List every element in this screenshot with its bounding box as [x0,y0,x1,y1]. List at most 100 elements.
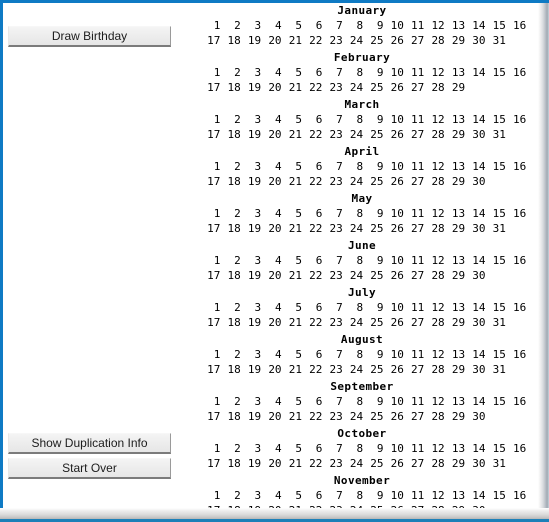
day-cell[interactable]: 27 [404,409,424,424]
day-cell[interactable]: 4 [261,65,282,80]
day-cell[interactable]: 4 [261,206,282,221]
day-cell[interactable]: 21 [282,409,302,424]
day-cell[interactable]: 22 [302,174,322,189]
day-cell[interactable]: 7 [322,65,343,80]
day-cell[interactable]: 12 [424,18,444,33]
day-cell[interactable]: 13 [445,253,465,268]
day-cell[interactable]: 8 [343,159,364,174]
day-cell[interactable]: 31 [485,456,506,471]
day-cell[interactable]: 10 [384,488,404,503]
day-cell[interactable]: 2 [220,112,241,127]
day-cell[interactable]: 23 [322,456,342,471]
day-cell[interactable]: 27 [404,362,424,377]
day-cell[interactable]: 29 [445,33,465,48]
day-cell[interactable]: 4 [261,300,282,315]
day-cell[interactable]: 23 [322,174,342,189]
day-cell[interactable]: 28 [424,409,444,424]
day-cell[interactable]: 28 [424,174,444,189]
day-cell[interactable]: 24 [343,127,363,142]
day-cell[interactable]: 23 [322,80,342,95]
day-cell[interactable]: 14 [465,253,485,268]
day-cell[interactable]: 23 [322,221,342,236]
day-cell[interactable]: 28 [424,268,444,283]
day-cell[interactable]: 14 [465,18,485,33]
day-cell[interactable]: 18 [220,127,241,142]
day-cell[interactable]: 6 [302,347,323,362]
day-cell[interactable]: 12 [424,488,444,503]
day-cell[interactable]: 10 [384,18,404,33]
day-cell[interactable]: 19 [241,268,261,283]
day-cell[interactable]: 18 [220,80,241,95]
day-cell[interactable]: 11 [404,18,424,33]
day-cell[interactable]: 12 [424,394,444,409]
day-cell[interactable]: 18 [220,315,241,330]
day-cell[interactable]: 28 [424,127,444,142]
day-cell[interactable]: 1 [200,441,221,456]
day-cell[interactable]: 13 [445,300,465,315]
day-cell[interactable]: 1 [200,65,221,80]
day-cell[interactable]: 8 [343,488,364,503]
day-cell[interactable]: 22 [302,456,322,471]
day-cell[interactable]: 26 [384,127,404,142]
day-cell[interactable]: 31 [485,221,506,236]
day-cell[interactable]: 25 [363,127,383,142]
day-cell[interactable]: 24 [343,409,363,424]
day-cell[interactable]: 12 [424,159,444,174]
day-cell[interactable]: 4 [261,347,282,362]
day-cell[interactable]: 31 [485,362,506,377]
day-cell[interactable]: 5 [282,441,302,456]
day-cell[interactable]: 26 [384,80,404,95]
day-cell[interactable]: 24 [343,456,363,471]
day-cell[interactable]: 12 [424,206,444,221]
day-cell[interactable]: 2 [220,253,241,268]
day-cell[interactable]: 30 [465,127,485,142]
day-cell[interactable]: 5 [282,206,302,221]
day-cell[interactable]: 24 [343,221,363,236]
day-cell[interactable]: 30 [465,362,485,377]
day-cell[interactable]: 13 [445,65,465,80]
day-cell[interactable]: 7 [322,441,343,456]
day-cell[interactable]: 13 [445,347,465,362]
day-cell[interactable]: 9 [363,65,384,80]
day-cell[interactable]: 27 [404,33,424,48]
day-cell[interactable]: 10 [384,159,404,174]
day-cell[interactable]: 20 [261,80,281,95]
day-cell[interactable]: 19 [241,33,261,48]
day-cell[interactable]: 21 [282,315,302,330]
day-cell[interactable]: 19 [241,221,261,236]
day-cell[interactable]: 3 [241,112,262,127]
day-cell[interactable]: 9 [363,488,384,503]
day-cell[interactable]: 18 [220,268,241,283]
day-cell[interactable]: 24 [343,315,363,330]
day-cell[interactable]: 26 [384,315,404,330]
day-cell[interactable]: 4 [261,112,282,127]
day-cell[interactable]: 3 [241,441,262,456]
day-cell[interactable]: 28 [424,33,444,48]
day-cell[interactable]: 29 [445,127,465,142]
day-cell[interactable]: 14 [465,206,485,221]
day-cell[interactable]: 3 [241,253,262,268]
day-cell[interactable]: 23 [322,315,342,330]
day-cell[interactable]: 14 [465,441,485,456]
day-cell[interactable]: 30 [465,315,485,330]
day-cell[interactable]: 26 [384,362,404,377]
day-cell[interactable]: 1 [200,488,221,503]
day-cell[interactable]: 17 [200,174,220,189]
day-cell[interactable]: 4 [261,253,282,268]
day-cell[interactable]: 16 [506,347,526,362]
day-cell[interactable]: 30 [465,174,485,189]
day-cell[interactable]: 7 [322,347,343,362]
day-cell[interactable]: 11 [404,347,424,362]
day-cell[interactable]: 1 [200,300,221,315]
day-cell[interactable]: 5 [282,65,302,80]
day-cell[interactable]: 16 [506,300,526,315]
day-cell[interactable]: 6 [302,300,323,315]
day-cell[interactable]: 15 [485,65,506,80]
day-cell[interactable]: 29 [445,362,465,377]
day-cell[interactable]: 20 [261,362,281,377]
day-cell[interactable]: 4 [261,18,282,33]
day-cell[interactable]: 23 [322,362,342,377]
day-cell[interactable]: 16 [506,18,526,33]
day-cell[interactable]: 2 [220,159,241,174]
day-cell[interactable]: 15 [485,300,506,315]
